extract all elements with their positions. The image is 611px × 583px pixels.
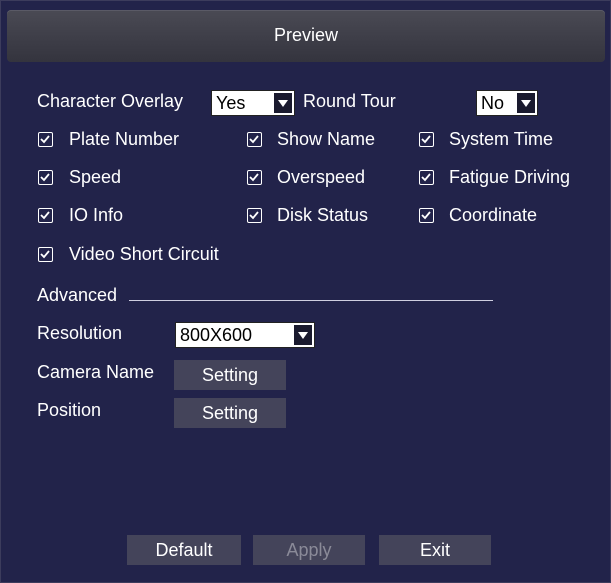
checkmark-icon (40, 250, 50, 259)
dropdown-arrow-icon[interactable] (294, 325, 312, 345)
checkmark-icon (421, 135, 431, 144)
fatigue-driving-label: Fatigue Driving (449, 167, 571, 187)
position-setting-button[interactable]: Setting (174, 398, 286, 428)
coordinate-checkbox[interactable] (419, 208, 434, 223)
io-info-checkbox[interactable] (38, 208, 53, 223)
disk-status-label: Disk Status (277, 205, 369, 225)
show-name-checkbox[interactable] (247, 132, 262, 147)
character-overlay-label: Character Overlay (37, 91, 184, 111)
round-tour-value: No (481, 93, 505, 113)
checkmark-icon (249, 211, 259, 220)
checkmark-icon (40, 135, 50, 144)
exit-button[interactable]: Exit (379, 535, 491, 565)
title-bar: Preview (7, 10, 605, 62)
round-tour-select[interactable]: No (476, 90, 538, 116)
character-overlay-value: Yes (216, 93, 246, 113)
checkmark-icon (421, 173, 431, 182)
camera-name-setting-button[interactable]: Setting (174, 360, 286, 390)
video-short-circuit-checkbox[interactable] (38, 247, 53, 262)
preview-dialog: Preview Character Overlay Yes Round Tour… (0, 0, 611, 583)
camera-name-label: Camera Name (37, 362, 155, 382)
checkmark-icon (40, 211, 50, 220)
io-info-label: IO Info (69, 205, 124, 225)
fatigue-driving-checkbox[interactable] (419, 170, 434, 185)
resolution-label: Resolution (37, 323, 123, 343)
advanced-section-label: Advanced (37, 285, 118, 305)
character-overlay-select[interactable]: Yes (211, 90, 295, 116)
coordinate-label: Coordinate (449, 205, 538, 225)
dropdown-arrow-icon[interactable] (517, 93, 535, 113)
resolution-value: 800X600 (180, 325, 253, 345)
checkmark-icon (249, 135, 259, 144)
plate-number-checkbox[interactable] (38, 132, 53, 147)
system-time-checkbox[interactable] (419, 132, 434, 147)
video-short-circuit-label: Video Short Circuit (69, 244, 219, 264)
speed-checkbox[interactable] (38, 170, 53, 185)
default-button[interactable]: Default (127, 535, 241, 565)
plate-number-label: Plate Number (69, 129, 180, 149)
checkmark-icon (421, 211, 431, 220)
checkmark-icon (40, 173, 50, 182)
dropdown-arrow-icon[interactable] (274, 93, 292, 113)
show-name-label: Show Name (277, 129, 376, 149)
apply-button[interactable]: Apply (253, 535, 365, 565)
speed-label: Speed (69, 167, 122, 187)
dialog-title: Preview (273, 25, 339, 45)
round-tour-label: Round Tour (303, 91, 396, 111)
position-label: Position (37, 400, 102, 420)
overspeed-checkbox[interactable] (247, 170, 262, 185)
system-time-label: System Time (449, 129, 554, 149)
checkmark-icon (249, 173, 259, 182)
advanced-divider (129, 300, 493, 301)
disk-status-checkbox[interactable] (247, 208, 262, 223)
resolution-select[interactable]: 800X600 (175, 322, 315, 348)
overspeed-label: Overspeed (277, 167, 366, 187)
